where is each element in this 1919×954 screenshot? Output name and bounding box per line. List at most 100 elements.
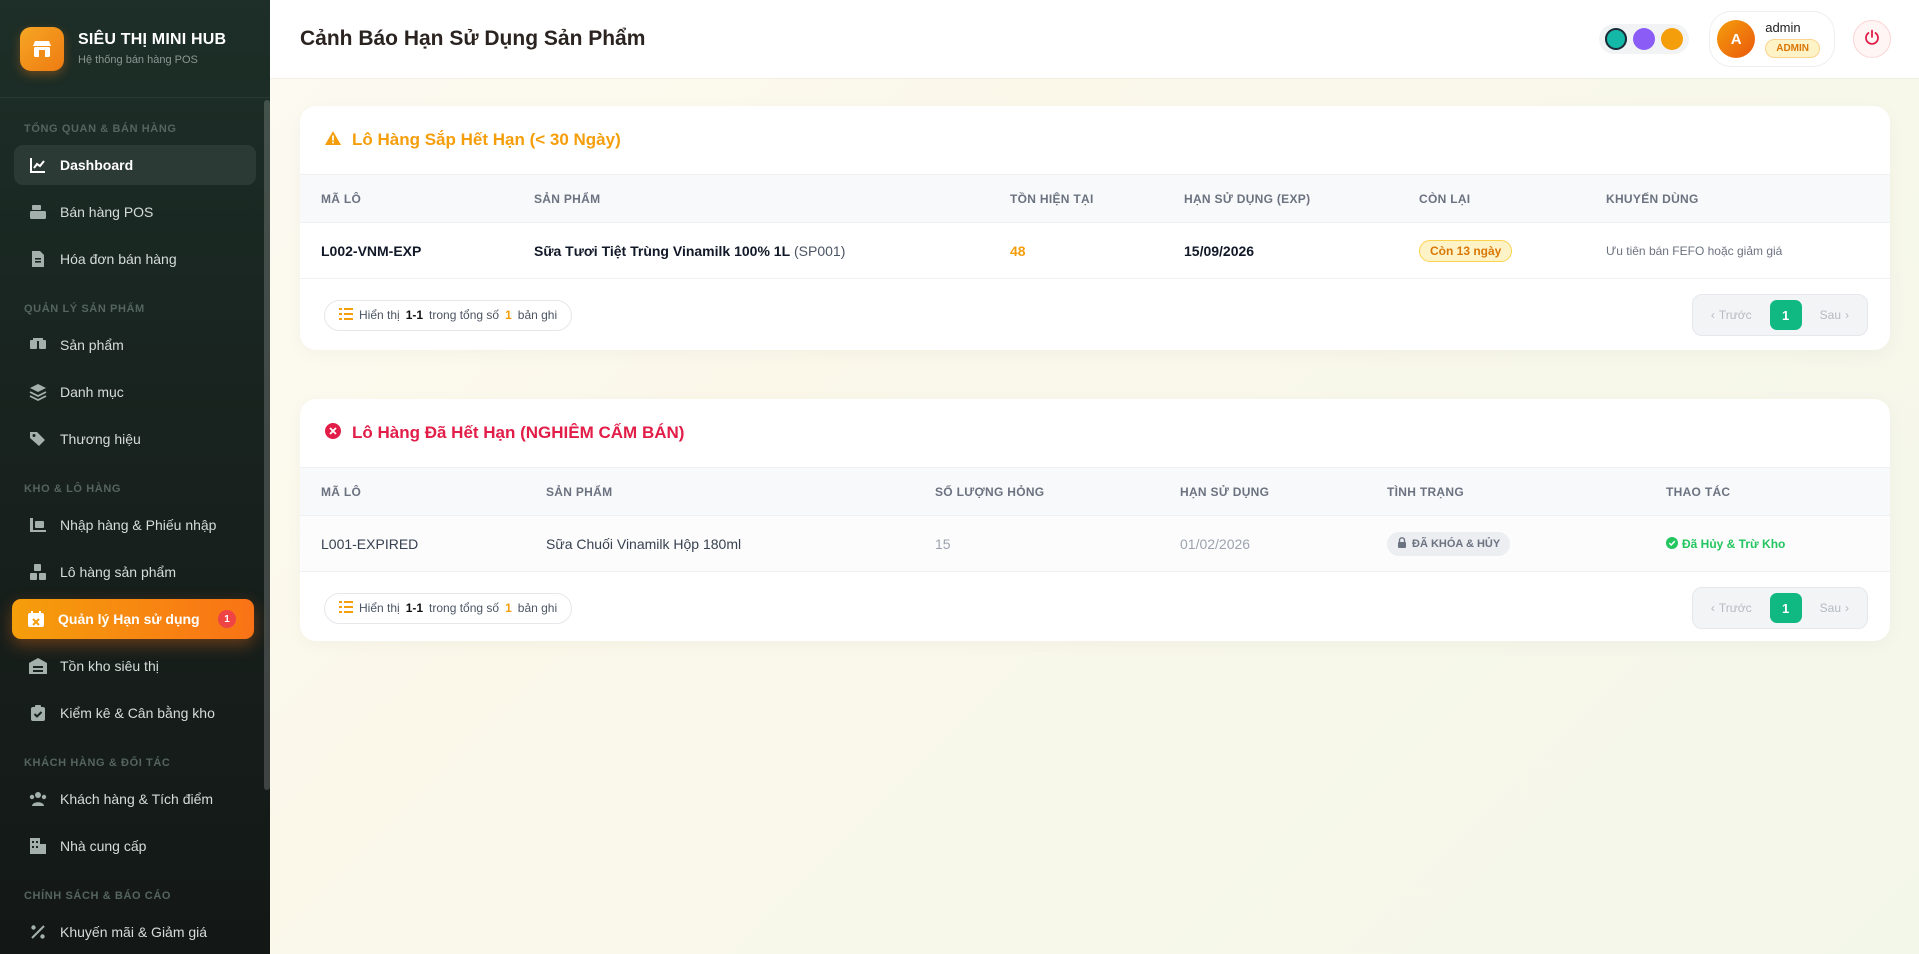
chevron-left-icon: ‹ [1710, 601, 1715, 615]
chart-line-icon [28, 155, 48, 175]
col-action[interactable]: THAO TÁC [1645, 468, 1890, 516]
sidebar-item-promotions[interactable]: Khuyến mãi & Giảm giá [14, 912, 256, 952]
check-circle-icon [1666, 536, 1678, 552]
col-suggest[interactable]: KHUYẾN DÙNG [1585, 175, 1890, 223]
sidebar-item-label: Hóa đơn bán hàng [60, 251, 177, 267]
next-label: Sau [1819, 308, 1841, 322]
col-stock[interactable]: TỒN HIỆN TẠI [989, 175, 1163, 223]
action-cell: Đã Hủy & Trừ Kho [1645, 516, 1890, 572]
record-range: 1-1 [405, 308, 424, 322]
record-total: 1 [505, 308, 512, 322]
sidebar-item-label: Nhập hàng & Phiếu nhập [60, 517, 217, 533]
chevron-left-icon: ‹ [1710, 308, 1715, 322]
sidebar-item-label: Nhà cung cấp [60, 838, 147, 854]
prev-page-button[interactable]: ‹ Trước [1701, 601, 1762, 615]
col-damaged[interactable]: SỐ LƯỢNG HỎNG [914, 468, 1159, 516]
expiry-count-badge: 1 [218, 610, 236, 628]
sidebar-item-brands[interactable]: Thương hiệu [14, 419, 256, 459]
col-exp[interactable]: HẠN SỬ DỤNG [1159, 468, 1366, 516]
theme-orange-option[interactable] [1661, 28, 1684, 50]
table-row[interactable]: L001-EXPIRED Sữa Chuối Vinamilk Hộp 180m… [300, 515, 1890, 572]
prev-label: Trước [1718, 601, 1752, 615]
percent-icon [28, 922, 48, 942]
cash-register-icon [28, 202, 48, 222]
sidebar-item-label: Khách hàng & Tích điểm [60, 791, 214, 807]
product-name: Sữa Tươi Tiệt Trùng Vinamilk 100% 1L [534, 242, 791, 259]
sidebar-item-expiry[interactable]: Quản lý Hạn sử dụng 1 [12, 599, 254, 639]
brand[interactable]: SIÊU THỊ MINI HUB Hệ thống bán hàng POS [0, 0, 270, 98]
next-page-button[interactable]: Sau › [1810, 601, 1859, 615]
sidebar-item-customers[interactable]: Khách hàng & Tích điểm [14, 779, 256, 819]
calendar-x-icon [26, 609, 46, 629]
sidebar-item-dashboard[interactable]: Dashboard [14, 145, 256, 185]
avatar: A [1717, 20, 1756, 58]
page-title: Cảnh Báo Hạn Sử Dụng Sản Phẩm [300, 27, 646, 50]
theme-teal-option[interactable] [1605, 28, 1628, 50]
record-count: Hiển thị 1-1 trong tổng số 1 bản ghi [324, 299, 573, 331]
topbar: Cảnh Báo Hạn Sử Dụng Sản Phẩm A admin AD… [270, 0, 1919, 78]
next-page-button[interactable]: Sau › [1810, 308, 1859, 322]
expiring-card-title: Lô Hàng Sắp Hết Hạn (< 30 Ngày) [352, 130, 621, 149]
expiring-lots-card: Lô Hàng Sắp Hết Hạn (< 30 Ngày) MÃ LÔ SẢ… [300, 106, 1890, 350]
boxes-icon [28, 335, 48, 355]
expiring-table: MÃ LÔ SẢN PHẨM TỒN HIỆN TẠI HẠN SỬ DỤNG … [300, 174, 1890, 279]
sidebar: SIÊU THỊ MINI HUB Hệ thống bán hàng POS … [0, 0, 270, 954]
expired-table: MÃ LÔ SẢN PHẨM SỐ LƯỢNG HỎNG HẠN SỬ DỤNG… [300, 467, 1890, 572]
sidebar-item-lots[interactable]: Lô hàng sản phẩm [14, 552, 256, 592]
remaining-days-badge: Còn 13 ngày [1419, 239, 1513, 262]
lot-code: L002-VNM-EXP [321, 242, 422, 259]
theme-purple-option[interactable] [1633, 28, 1656, 50]
col-status[interactable]: TÌNH TRẠNG [1366, 468, 1645, 516]
col-lot[interactable]: MÃ LÔ [300, 468, 525, 516]
invoice-icon [28, 249, 48, 269]
record-total: 1 [505, 601, 512, 615]
status-cell: ĐÃ KHÓA & HỦY [1366, 516, 1645, 572]
expired-card-title: Lô Hàng Đã Hết Hạn (NGHIÊM CẤM BÁN) [352, 423, 685, 442]
logout-button[interactable] [1853, 20, 1891, 58]
sidebar-item-label: Lô hàng sản phẩm [60, 564, 176, 580]
product-code: (SP001) [794, 242, 846, 259]
col-product[interactable]: SẢN PHẨM [513, 175, 989, 223]
action-text: Đã Hủy & Trừ Kho [1682, 537, 1786, 551]
brand-subtitle: Hệ thống bán hàng POS [78, 54, 198, 66]
sidebar-item-pos[interactable]: Bán hàng POS [14, 192, 256, 232]
list-icon [339, 600, 353, 616]
sidebar-item-inventory[interactable]: Tồn kho siêu thị [14, 646, 256, 686]
layers-icon [28, 382, 48, 402]
sidebar-item-label: Tồn kho siêu thị [60, 658, 159, 674]
current-page-button[interactable]: 1 [1769, 300, 1802, 330]
warning-icon [324, 130, 342, 151]
sidebar-item-invoices[interactable]: Hóa đơn bán hàng [14, 239, 256, 279]
role-badge: ADMIN [1765, 39, 1820, 58]
table-header-row: MÃ LÔ SẢN PHẨM TỒN HIỆN TẠI HẠN SỬ DỤNG … [300, 174, 1890, 223]
product-name: Sữa Chuối Vinamilk Hộp 180ml [546, 535, 742, 552]
sidebar-item-stocktake[interactable]: Kiểm kê & Cân bằng kho [14, 693, 256, 733]
remaining-cell: Còn 13 ngày [1398, 223, 1585, 279]
cubes-icon [28, 562, 48, 582]
sidebar-item-imports[interactable]: Nhập hàng & Phiếu nhập [14, 505, 256, 545]
sidebar-item-suppliers[interactable]: Nhà cung cấp [14, 826, 256, 866]
brand-title: SIÊU THỊ MINI HUB [78, 31, 227, 48]
prev-page-button[interactable]: ‹ Trước [1701, 308, 1762, 322]
sidebar-item-label: Quản lý Hạn sử dụng [58, 611, 200, 627]
col-exp[interactable]: HẠN SỬ DỤNG (EXP) [1163, 175, 1398, 223]
record-count-of: trong tổng số [429, 601, 500, 615]
col-lot[interactable]: MÃ LÔ [300, 175, 513, 223]
col-remaining[interactable]: CÒN LẠI [1398, 175, 1585, 223]
table-row[interactable]: L002-VNM-EXP Sữa Tươi Tiệt Trùng Vinamil… [300, 223, 1890, 279]
building-icon [28, 836, 48, 856]
table-header-row: MÃ LÔ SẢN PHẨM SỐ LƯỢNG HỎNG HẠN SỬ DỤNG… [300, 467, 1890, 516]
users-icon [28, 789, 48, 809]
record-count: Hiển thị 1-1 trong tổng số 1 bản ghi [324, 592, 573, 624]
user-menu[interactable]: A admin ADMIN [1709, 11, 1835, 67]
lock-icon [1397, 536, 1407, 551]
sidebar-item-categories[interactable]: Danh mục [14, 372, 256, 412]
sidebar-item-products[interactable]: Sản phẩm [14, 325, 256, 365]
record-unit: bản ghi [517, 308, 558, 322]
col-product[interactable]: SẢN PHẨM [525, 468, 914, 516]
record-count-of: trong tổng số [429, 308, 500, 322]
warehouse-icon [28, 656, 48, 676]
sidebar-scrollbar[interactable] [264, 100, 270, 790]
record-count-prefix: Hiển thị [359, 308, 400, 322]
current-page-button[interactable]: 1 [1769, 593, 1802, 623]
